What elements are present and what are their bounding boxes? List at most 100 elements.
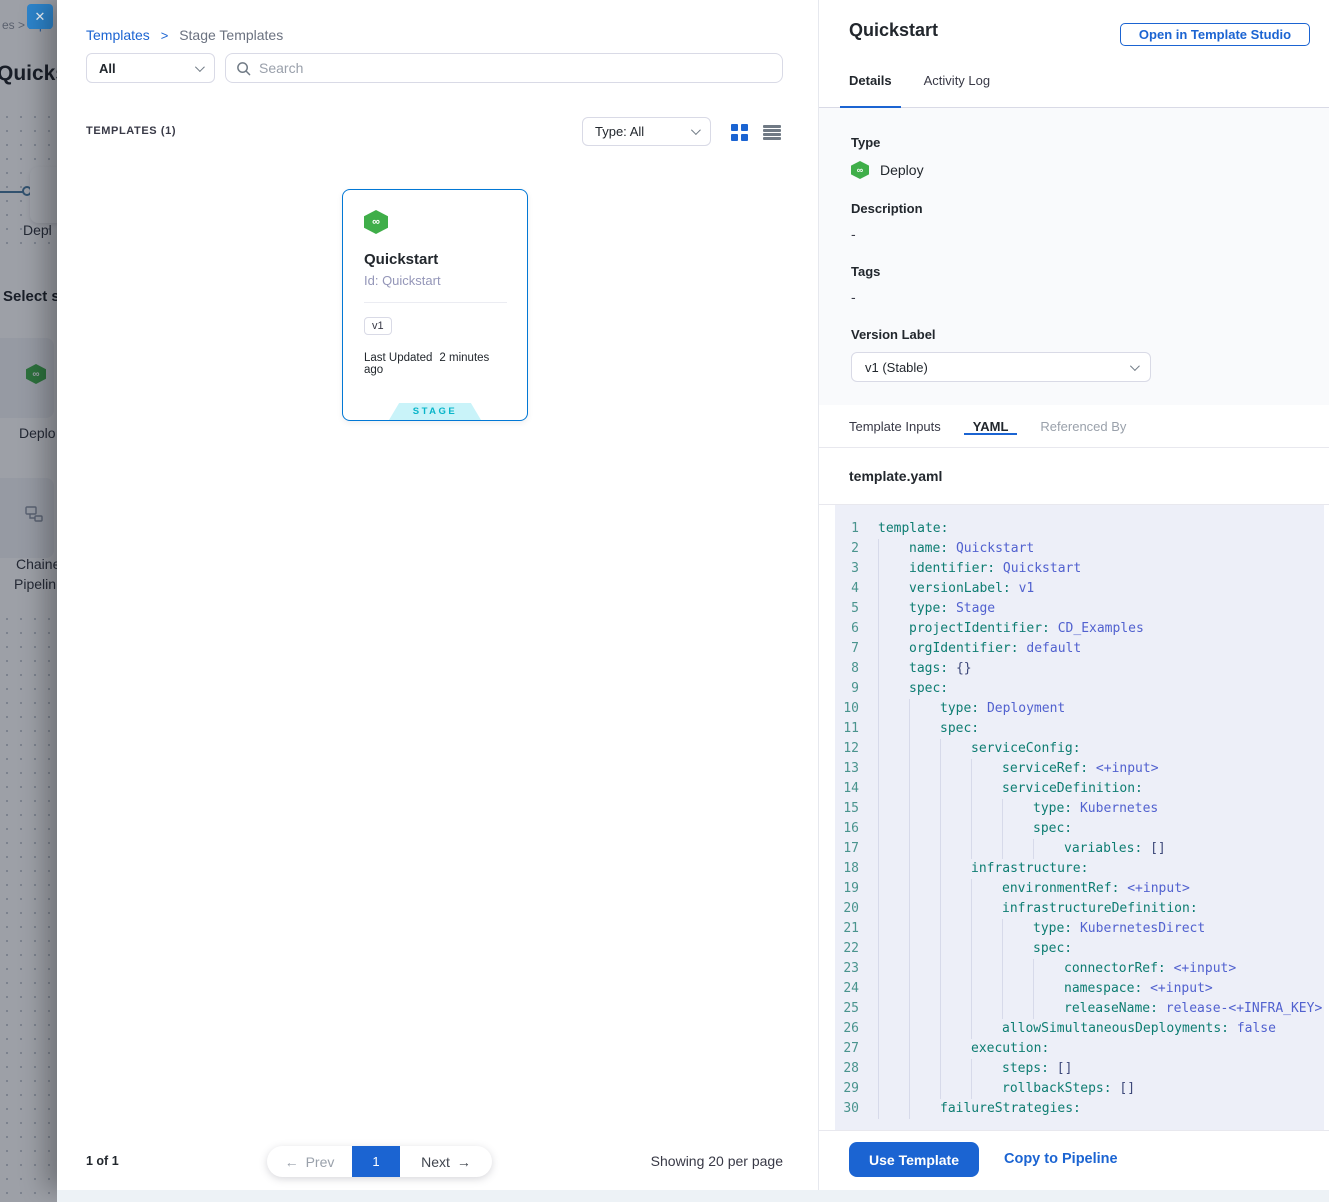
indent-guide xyxy=(1002,979,1033,999)
yaml-key: name: xyxy=(909,541,948,556)
indent-guide xyxy=(878,999,909,1019)
yaml-key: spec: xyxy=(940,721,979,736)
indent-guide xyxy=(909,919,940,939)
indent-guide xyxy=(909,959,940,979)
indent-guide xyxy=(971,799,1002,819)
arrow-right-icon: → xyxy=(457,1154,471,1170)
yaml-line: 21type: KubernetesDirect xyxy=(835,919,1324,939)
yaml-value: <+input> xyxy=(1174,961,1237,976)
indent-guide xyxy=(940,879,971,899)
tab-referenced-by[interactable]: Referenced By xyxy=(1031,416,1135,434)
templates-count-label: TEMPLATES (1) xyxy=(86,125,176,137)
yaml-line: 26allowSimultaneousDeployments: false xyxy=(835,1019,1324,1039)
yaml-line-number: 8 xyxy=(835,659,859,679)
yaml-line: 2name: Quickstart xyxy=(835,539,1324,559)
yaml-value: Kubernetes xyxy=(1080,801,1158,816)
scope-filter-select[interactable]: All xyxy=(86,53,215,83)
indent-guide xyxy=(878,779,909,799)
template-card-quickstart[interactable]: ∞ Quickstart Id: Quickstart v1 Last Upda… xyxy=(342,189,528,421)
breadcrumb-templates-link[interactable]: Templates xyxy=(86,27,150,43)
template-title: Quickstart xyxy=(849,20,938,41)
yaml-line-number: 9 xyxy=(835,679,859,699)
prev-page-button[interactable]: ← Prev xyxy=(267,1146,352,1177)
indent-guide xyxy=(971,979,1002,999)
yaml-line: 23connectorRef: <+input> xyxy=(835,959,1324,979)
indent-guide xyxy=(971,759,1002,779)
yaml-line-number: 21 xyxy=(835,919,859,939)
tab-yaml[interactable]: YAML xyxy=(964,416,1018,434)
yaml-line-number: 5 xyxy=(835,599,859,619)
yaml-line-number: 1 xyxy=(835,519,859,539)
details-tabbar: Details Activity Log xyxy=(819,70,1329,108)
infinity-glyph: ∞ xyxy=(857,165,863,175)
yaml-key: type: xyxy=(909,601,948,616)
next-page-button[interactable]: Next → xyxy=(400,1146,492,1177)
yaml-key: serviceDefinition: xyxy=(1002,781,1143,796)
version-select[interactable]: v1 (Stable) xyxy=(851,352,1151,382)
type-filter-select[interactable]: Type: All xyxy=(582,117,711,146)
yaml-value: CD_Examples xyxy=(1058,621,1144,636)
yaml-line-number: 18 xyxy=(835,859,859,879)
yaml-line-number: 15 xyxy=(835,799,859,819)
page-summary: 1 of 1 xyxy=(86,1154,119,1168)
yaml-line: 1template: xyxy=(835,519,1324,539)
page-1-button[interactable]: 1 xyxy=(352,1146,400,1177)
yaml-filename: template.yaml xyxy=(819,448,1329,505)
scope-filter-value: All xyxy=(99,61,116,76)
cd-hexagon-icon: ∞ xyxy=(851,161,869,179)
yaml-line-number: 30 xyxy=(835,1099,859,1119)
tab-activity-log[interactable]: Activity Log xyxy=(915,70,999,107)
yaml-line-number: 17 xyxy=(835,839,859,859)
yaml-line-number: 23 xyxy=(835,959,859,979)
list-view-icon[interactable] xyxy=(763,125,781,140)
template-details-panel: Quickstart Open in Template Studio Detai… xyxy=(818,0,1329,1190)
grid-view-icon[interactable] xyxy=(731,124,748,141)
open-in-template-studio-button[interactable]: Open in Template Studio xyxy=(1120,23,1310,46)
yaml-line: 12serviceConfig: xyxy=(835,739,1324,759)
details-footer: Use Template Copy to Pipeline xyxy=(819,1130,1329,1190)
last-updated-label: Last Updated xyxy=(364,352,432,364)
indent-guide xyxy=(878,639,909,659)
indent-guide xyxy=(878,1019,909,1039)
yaml-key: type: xyxy=(1033,801,1072,816)
yaml-line-number: 3 xyxy=(835,559,859,579)
yaml-line-number: 13 xyxy=(835,759,859,779)
indent-guide xyxy=(971,959,1002,979)
indent-guide xyxy=(971,779,1002,799)
yaml-line: 15 type: Kubernetes xyxy=(835,799,1324,819)
yaml-key: type: xyxy=(940,701,979,716)
yaml-line: 17variables: [] xyxy=(835,839,1324,859)
indent-guide xyxy=(909,1019,940,1039)
yaml-key: namespace: xyxy=(1064,981,1142,996)
indent-guide xyxy=(1002,819,1033,839)
type-value: Deploy xyxy=(880,162,924,178)
yaml-line: 10type: Deployment xyxy=(835,699,1324,719)
yaml-line: 22spec: xyxy=(835,939,1324,959)
indent-guide xyxy=(1033,959,1064,979)
indent-guide xyxy=(878,839,909,859)
indent-guide xyxy=(878,819,909,839)
next-label: Next xyxy=(421,1154,450,1170)
indent-guide xyxy=(878,599,909,619)
template-selector-screen: es > Pipe Quicks Depl Select s ∞ Deplo C… xyxy=(0,0,1329,1202)
copy-to-pipeline-link[interactable]: Copy to Pipeline xyxy=(1004,1151,1118,1167)
yaml-line: 11spec: xyxy=(835,719,1324,739)
search-input[interactable] xyxy=(259,60,772,76)
yaml-code[interactable]: 1template:2name: Quickstart3identifier: … xyxy=(835,505,1324,1130)
tab-template-inputs[interactable]: Template Inputs xyxy=(840,416,950,434)
yaml-line-number: 28 xyxy=(835,1059,859,1079)
yaml-key: spec: xyxy=(909,681,948,696)
yaml-key: infrastructureDefinition: xyxy=(1002,901,1198,916)
yaml-line: 7orgIdentifier: default xyxy=(835,639,1324,659)
indent-guide xyxy=(878,539,909,559)
close-drawer-button[interactable]: ✕ xyxy=(27,4,53,29)
indent-guide xyxy=(1002,839,1033,859)
yaml-line: 13serviceRef: <+input> xyxy=(835,759,1324,779)
description-value: - xyxy=(851,226,1299,242)
indent-guide xyxy=(909,739,940,759)
indent-guide xyxy=(909,1059,940,1079)
use-template-button[interactable]: Use Template xyxy=(849,1142,979,1177)
indent-guide xyxy=(971,879,1002,899)
tab-details[interactable]: Details xyxy=(840,70,901,107)
yaml-line: 20infrastructureDefinition: xyxy=(835,899,1324,919)
